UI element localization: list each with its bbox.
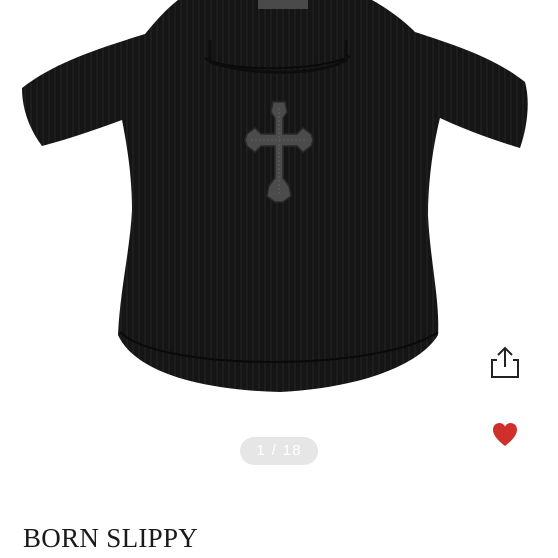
share-button[interactable] (488, 344, 522, 380)
image-counter-separator: / (271, 442, 277, 459)
brand-name[interactable]: BORN SLIPPY (23, 523, 198, 553)
product-image[interactable] (0, 0, 558, 430)
heart-icon (493, 423, 517, 446)
t-shirt-photo (22, 0, 528, 392)
share-icon (491, 346, 519, 378)
like-button[interactable] (491, 421, 519, 449)
image-counter-total: 18 (282, 442, 302, 459)
image-counter-current: 1 (256, 442, 266, 459)
image-counter-badge: 1 / 18 (240, 437, 318, 465)
product-detail-screen: 1 / 18 BORN SLIPPY (0, 0, 558, 558)
